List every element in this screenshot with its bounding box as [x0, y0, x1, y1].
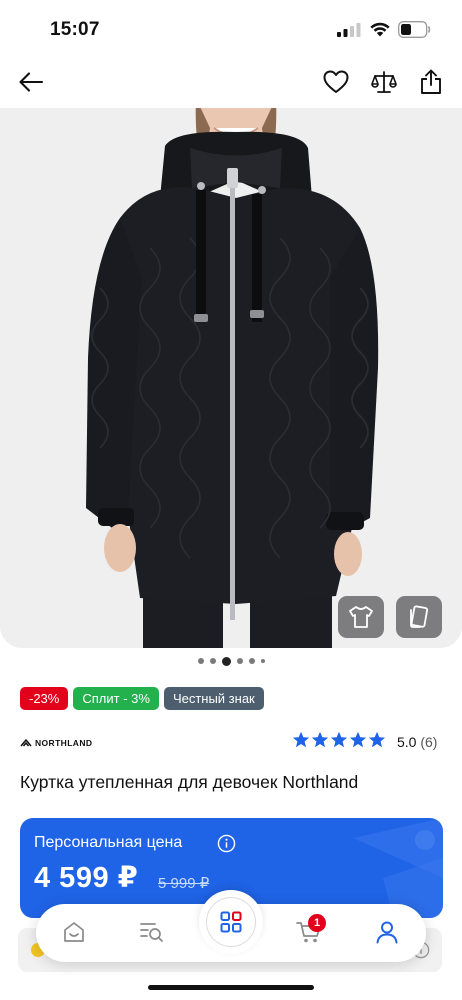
pagination-dot-active[interactable]: [221, 656, 231, 666]
home-indicator: [148, 985, 314, 990]
pagination-dot[interactable]: [197, 658, 204, 664]
arrow-left-icon: [19, 72, 44, 92]
price-card-decoration: [353, 818, 443, 918]
share-icon: [421, 69, 441, 94]
status-bar: 15:07: [0, 0, 462, 58]
star-icon: [349, 731, 367, 748]
star-icon: [368, 731, 386, 748]
pagination-dot[interactable]: [236, 658, 243, 664]
profile-icon: [376, 921, 398, 944]
tab-home[interactable]: [59, 917, 89, 947]
cart-count-badge: 1: [308, 914, 326, 932]
search-list-icon: [140, 923, 163, 942]
scales-icon: [371, 71, 397, 93]
heart-icon: [323, 70, 349, 93]
catalog-button-ring: [206, 897, 256, 947]
info-icon[interactable]: [217, 834, 236, 853]
tab-catalog[interactable]: [199, 890, 263, 954]
signal-icon: [337, 23, 361, 37]
badge-list: -23% Сплит - 3% Честный знак: [20, 687, 264, 710]
rating-value: 5.0: [397, 734, 417, 750]
fitting-button[interactable]: [338, 596, 384, 638]
tshirt-icon: [349, 606, 373, 628]
home-icon: [64, 922, 84, 942]
product-image: [0, 108, 462, 648]
pagination-dot[interactable]: [248, 658, 255, 664]
honest-mark-badge[interactable]: Честный знак: [163, 687, 264, 710]
tab-search[interactable]: [137, 917, 167, 947]
status-time: 15:07: [50, 19, 100, 40]
split-badge[interactable]: Сплит - 3%: [73, 687, 159, 710]
star-icon: [311, 731, 329, 748]
card-view-button[interactable]: [396, 596, 442, 638]
cards-icon: [410, 605, 429, 628]
current-price: 4 599 ₽: [34, 862, 139, 894]
discount-badge: -23%: [20, 687, 69, 710]
bottom-tab-bar: 1: [36, 890, 426, 962]
star-icon: [330, 731, 348, 748]
rating-summary[interactable]: 5.0 (6): [397, 734, 437, 750]
catalog-icon: [220, 911, 242, 933]
old-price: 5 999 ₽: [158, 875, 210, 892]
pagination-dot[interactable]: [260, 659, 265, 663]
wifi-icon: [370, 22, 390, 37]
tab-profile[interactable]: [372, 917, 402, 947]
brand-link[interactable]: NORTHLAND: [20, 738, 92, 748]
back-button[interactable]: [16, 67, 46, 97]
northland-logo-icon: [20, 738, 32, 747]
review-count: (6): [420, 734, 438, 750]
star-icon: [292, 731, 310, 748]
compare-button[interactable]: [369, 67, 399, 97]
rating-stars[interactable]: [292, 731, 386, 749]
price-label: Персональная цена: [34, 834, 183, 851]
favorite-button[interactable]: [321, 67, 351, 97]
brand-rating-row: NORTHLAND 5.0 (6): [20, 730, 444, 756]
top-nav: [0, 58, 462, 106]
gallery-pagination[interactable]: [0, 656, 462, 666]
tab-cart[interactable]: 1: [294, 914, 326, 947]
product-title: Куртка утепленная для девочек Northland: [20, 772, 359, 792]
share-button[interactable]: [416, 67, 446, 97]
brand-name: NORTHLAND: [35, 738, 93, 748]
pagination-dot[interactable]: [209, 658, 216, 664]
battery-icon: [398, 21, 431, 38]
product-gallery[interactable]: [0, 108, 462, 648]
